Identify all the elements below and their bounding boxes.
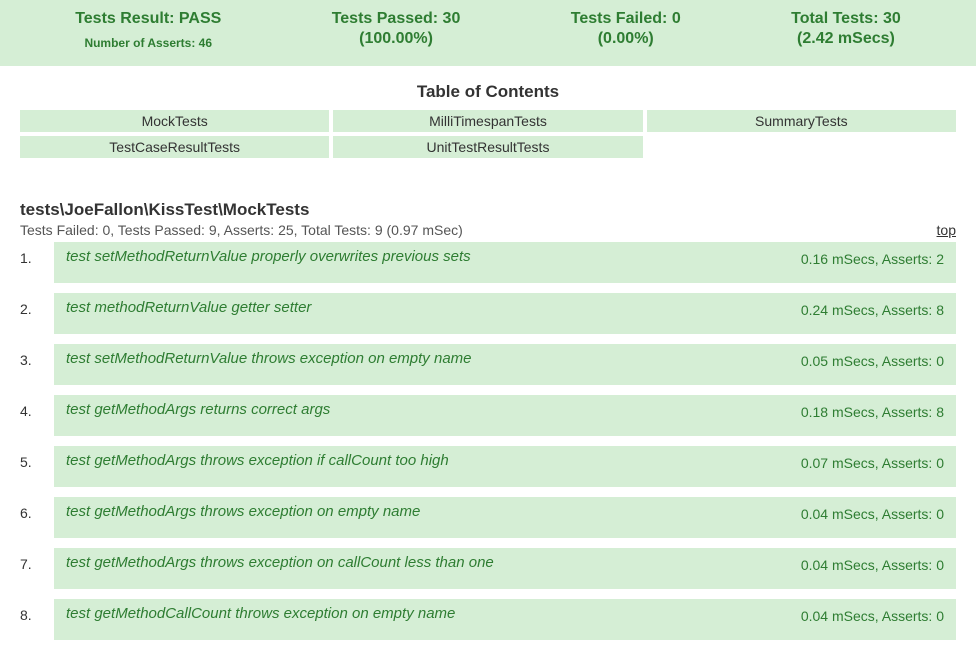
test-meta: 0.04 mSecs, Asserts: 0: [789, 503, 944, 522]
tests-failed-pct: (0.00%): [571, 30, 681, 48]
test-box: test setMethodReturnValue throws excepti…: [54, 344, 956, 385]
toc-link-unittestresulttests[interactable]: UnitTestResultTests: [333, 136, 642, 158]
test-section: tests\JoeFallon\KissTest\MockTests Tests…: [0, 200, 976, 654]
test-name: test getMethodArgs throws exception on e…: [66, 503, 420, 520]
test-name: test setMethodReturnValue throws excepti…: [66, 350, 472, 367]
test-row: 6. test getMethodArgs throws exception on…: [20, 497, 956, 538]
test-row: 7. test getMethodArgs throws exception on…: [20, 548, 956, 589]
test-name: test setMethodReturnValue properly overw…: [66, 248, 471, 265]
toc-link-testcaseresulttests[interactable]: TestCaseResultTests: [20, 136, 329, 158]
test-number: 7.: [20, 548, 54, 572]
test-meta: 0.16 mSecs, Asserts: 2: [789, 248, 944, 267]
section-subtitle: Tests Failed: 0, Tests Passed: 9, Assert…: [20, 222, 463, 238]
test-row: 2. test methodReturnValue getter setter 0.…: [20, 293, 956, 334]
test-meta: 0.24 mSecs, Asserts: 8: [789, 299, 944, 318]
test-list: 1. test setMethodReturnValue properly ove…: [20, 242, 956, 640]
test-name: test getMethodArgs returns correct args: [66, 401, 330, 418]
test-row: 4.test getMethodArgs returns correct arg…: [20, 395, 956, 436]
tests-failed-label: Tests Failed: 0: [571, 10, 681, 28]
summary-bar: Tests Result: PASS Number of Asserts: 46…: [0, 0, 976, 66]
test-name: test getMethodArgs throws exception on c…: [66, 554, 494, 571]
summary-passed: Tests Passed: 30 (100.00%): [332, 10, 461, 48]
toc-link-mocktests[interactable]: MockTests: [20, 110, 329, 132]
summary-total: Total Tests: 30 (2.42 mSecs): [791, 10, 901, 48]
toc-link-summarytests[interactable]: SummaryTests: [647, 110, 956, 132]
test-row: 3. test setMethodReturnValue throws excep…: [20, 344, 956, 385]
section-title: tests\JoeFallon\KissTest\MockTests: [20, 200, 956, 220]
tests-passed-pct: (100.00%): [332, 30, 461, 48]
summary-failed: Tests Failed: 0 (0.00%): [571, 10, 681, 48]
test-name: test getMethodArgs throws exception if c…: [66, 452, 449, 469]
test-number: 4.: [20, 395, 54, 419]
tests-passed-label: Tests Passed: 30: [332, 10, 461, 28]
test-box: test getMethodArgs throws exception on e…: [54, 497, 956, 538]
test-name: test getMethodCallCount throws exception…: [66, 605, 455, 622]
toc-empty-cell: [647, 136, 956, 158]
test-meta: 0.04 mSecs, Asserts: 0: [789, 605, 944, 624]
toc-grid: MockTests MilliTimespanTests SummaryTest…: [20, 110, 956, 158]
test-number: 3.: [20, 344, 54, 368]
test-number: 6.: [20, 497, 54, 521]
toc-link-millitimespantests[interactable]: MilliTimespanTests: [333, 110, 642, 132]
toc-title: Table of Contents: [20, 82, 956, 102]
test-number: 2.: [20, 293, 54, 317]
test-meta: 0.04 mSecs, Asserts: 0: [789, 554, 944, 573]
test-box: test methodReturnValue getter setter 0.24…: [54, 293, 956, 334]
test-name: test methodReturnValue getter setter: [66, 299, 311, 316]
summary-result: Tests Result: PASS Number of Asserts: 46: [75, 10, 221, 50]
test-number: 5.: [20, 446, 54, 470]
test-box: test getMethodArgs throws exception on c…: [54, 548, 956, 589]
section-sub-row: Tests Failed: 0, Tests Passed: 9, Assert…: [20, 222, 956, 238]
test-box: test setMethodReturnValue properly overw…: [54, 242, 956, 283]
test-box: test getMethodArgs throws exception if c…: [54, 446, 956, 487]
top-link[interactable]: top: [937, 222, 956, 238]
test-meta: 0.18 mSecs, Asserts: 8: [789, 401, 944, 420]
test-row: 5. test getMethodArgs throws exception if…: [20, 446, 956, 487]
test-meta: 0.05 mSecs, Asserts: 0: [789, 350, 944, 369]
table-of-contents: Table of Contents MockTests MilliTimespa…: [0, 82, 976, 158]
test-number: 1.: [20, 242, 54, 266]
total-tests-label: Total Tests: 30: [791, 10, 901, 28]
tests-result-label: Tests Result: PASS: [75, 10, 221, 28]
test-number: 8.: [20, 599, 54, 623]
test-box: test getMethodArgs returns correct args 0…: [54, 395, 956, 436]
test-meta: 0.07 mSecs, Asserts: 0: [789, 452, 944, 471]
test-row: 1. test setMethodReturnValue properly ove…: [20, 242, 956, 283]
asserts-count-label: Number of Asserts: 46: [75, 36, 221, 50]
total-tests-time: (2.42 mSecs): [791, 30, 901, 48]
